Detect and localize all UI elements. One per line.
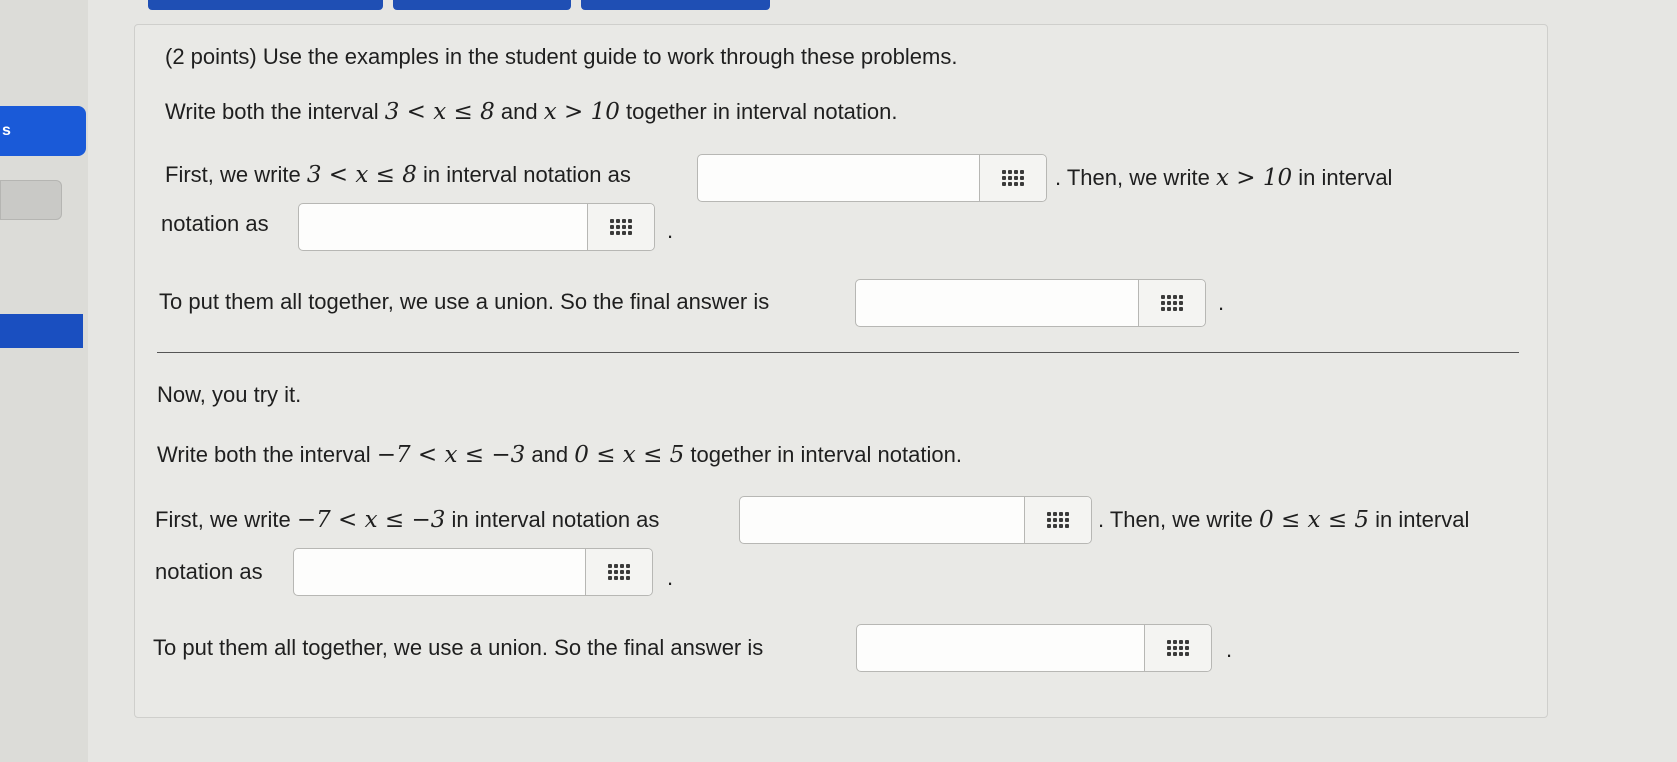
keypad-grid-icon (1161, 295, 1183, 311)
period: . (667, 218, 674, 243)
keypad-grid-icon (1167, 640, 1189, 656)
example-first-step: First, we write 3 < x ≤ 8 in interval no… (165, 162, 631, 188)
example-answer-input-1[interactable] (698, 155, 980, 201)
sidebar-active-bar[interactable] (0, 314, 83, 348)
top-tab[interactable] (148, 0, 383, 10)
example-answer-input-union[interactable] (856, 280, 1139, 326)
keypad-grid-icon (608, 564, 630, 580)
keypad-button[interactable] (979, 155, 1046, 201)
example-answer-box-2[interactable] (298, 203, 655, 251)
keypad-grid-icon (1047, 512, 1069, 528)
sidebar-blue-button-label: s (2, 122, 11, 139)
practice-answer-box-union[interactable] (856, 624, 1212, 672)
practice-interval-1: −7 < x ≤ −3 (376, 442, 526, 468)
example-union-text: To put them all together, we use a union… (159, 289, 770, 314)
practice-answer-input-1[interactable] (740, 497, 1025, 543)
practice-first-step: First, we write −7 < x ≤ −3 in interval … (155, 507, 660, 533)
keypad-button[interactable] (587, 204, 654, 250)
practice-union-text: To put them all together, we use a union… (153, 635, 764, 660)
practice-answer-box-2[interactable] (293, 548, 653, 596)
example-answer-input-2[interactable] (299, 204, 588, 250)
practice-interval-2: 0 ≤ x ≤ 5 (574, 442, 685, 468)
practice-answer-input-2[interactable] (294, 549, 586, 595)
top-tab[interactable] (581, 0, 770, 10)
problem-header: (2 points) Use the examples in the stude… (165, 44, 958, 69)
practice-answer-box-1[interactable] (739, 496, 1092, 544)
keypad-grid-icon (610, 219, 632, 235)
keypad-button[interactable] (585, 549, 652, 595)
section-divider (157, 352, 1519, 353)
example-then-step: . Then, we write x > 10 in interval (1055, 165, 1393, 191)
keypad-button[interactable] (1138, 280, 1205, 326)
example-answer-box-union[interactable] (855, 279, 1206, 327)
example-answer-box-1[interactable] (697, 154, 1047, 202)
practice-instruction: Write both the interval −7 < x ≤ −3 and … (157, 442, 962, 468)
keypad-button[interactable] (1024, 497, 1091, 543)
example-interval-1: 3 < x ≤ 8 (384, 99, 495, 125)
question-panel (134, 24, 1548, 718)
top-tab[interactable] (393, 0, 571, 10)
period: . (667, 565, 674, 590)
keypad-button[interactable] (1144, 625, 1211, 671)
now-try-it: Now, you try it. (157, 382, 302, 407)
sidebar-gray-button[interactable] (0, 180, 62, 220)
sidebar-blue-button[interactable]: s (0, 106, 86, 156)
practice-notation-as: notation as (155, 559, 263, 584)
practice-answer-input-union[interactable] (857, 625, 1145, 671)
example-interval-2: x > 10 (543, 99, 620, 125)
example-notation-as: notation as (161, 211, 269, 236)
practice-then-step: . Then, we write 0 ≤ x ≤ 5 in interval (1098, 507, 1470, 533)
example-instruction: Write both the interval 3 < x ≤ 8 and x … (165, 99, 898, 125)
period: . (1226, 637, 1233, 662)
keypad-grid-icon (1002, 170, 1024, 186)
period: . (1218, 290, 1225, 315)
